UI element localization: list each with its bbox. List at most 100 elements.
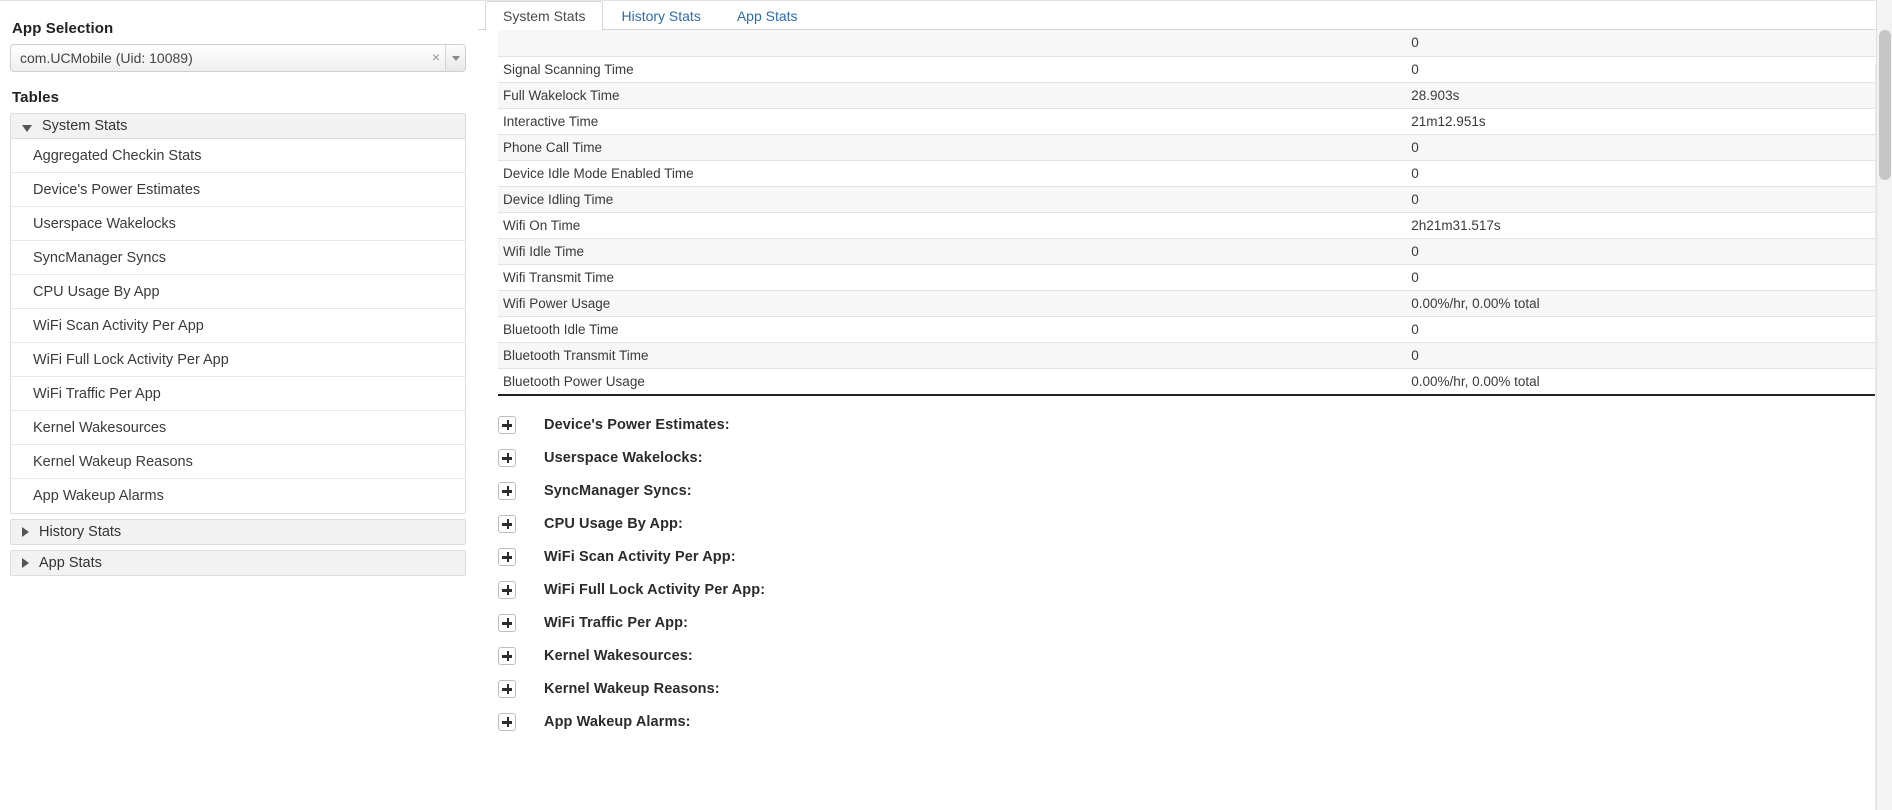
sidebar-item-devices-power-estimates[interactable]: Device's Power Estimates [11,173,465,207]
sidebar-item-kernel-wakeup-reasons[interactable]: Kernel Wakeup Reasons [11,445,465,479]
tables-label: Tables [12,89,60,106]
table-row-clipped: 0 [498,30,1876,56]
tab-panel-system-stats: 0 Signal Scanning Time 0 Full Wakelock T… [478,30,1892,810]
table-cell-name: Phone Call Time [498,133,1407,160]
sidebar-item-cpu-usage-by-app[interactable]: CPU Usage By App [11,275,465,309]
table-cell-value: 2h21m31.517s [1406,211,1876,238]
table-cell-value: 0 [1406,185,1876,212]
sidebar-item-userspace-wakelocks[interactable]: Userspace Wakelocks [11,207,465,241]
app-selection-label: App Selection [12,20,114,37]
page-scrollbar-thumb[interactable] [1879,30,1891,180]
tree-item-label: Userspace Wakelocks [33,215,176,232]
table-cell-name: Wifi Power Usage [498,289,1407,316]
plus-icon[interactable] [498,679,516,698]
table-row[interactable]: Full Wakelock Time 28.903s [498,81,1876,108]
section-label: Device's Power Estimates: [544,416,730,433]
section-kernel-wakesources[interactable]: Kernel Wakesources: [498,639,1892,672]
table-cell-name: Interactive Time [498,107,1407,134]
tree-item-label: WiFi Scan Activity Per App [33,317,204,334]
table-row[interactable]: Device Idle Mode Enabled Time 0 [498,159,1876,186]
plus-icon[interactable] [498,712,516,731]
table-cell-value: 28.903s [1406,81,1876,108]
sidebar-item-aggregated-checkin-stats[interactable]: Aggregated Checkin Stats [11,139,465,173]
table-cell-name [498,30,1406,56]
section-syncmanager-syncs[interactable]: SyncManager Syncs: [498,474,1892,507]
table-cell-name: Wifi Transmit Time [498,263,1407,290]
collapsible-sections: Device's Power Estimates: Userspace Wake… [498,396,1892,738]
table-row[interactable]: Interactive Time 21m12.951s [498,107,1876,134]
sidebar-item-syncmanager-syncs[interactable]: SyncManager Syncs [11,241,465,275]
plus-icon[interactable] [498,415,516,434]
tab-label: History Stats [621,8,701,24]
table-row[interactable]: Wifi Idle Time 0 [498,237,1876,264]
section-devices-power-estimates[interactable]: Device's Power Estimates: [498,408,1892,441]
section-wifi-traffic-per-app[interactable]: WiFi Traffic Per App: [498,606,1892,639]
section-wifi-scan-activity-per-app[interactable]: WiFi Scan Activity Per App: [498,540,1892,573]
tree-group-header-system-stats[interactable]: System Stats [10,113,466,139]
table-row[interactable]: Signal Scanning Time 0 [498,55,1876,82]
app-root: App Selection com.UCMobile (Uid: 10089) … [0,0,1892,810]
table-row[interactable]: Bluetooth Transmit Time 0 [498,341,1876,368]
section-kernel-wakeup-reasons[interactable]: Kernel Wakeup Reasons: [498,672,1892,705]
section-app-wakeup-alarms[interactable]: App Wakeup Alarms: [498,705,1892,738]
section-userspace-wakelocks[interactable]: Userspace Wakelocks: [498,441,1892,474]
sidebar-item-wifi-full-lock-activity-per-app[interactable]: WiFi Full Lock Activity Per App [11,343,465,377]
section-label: SyncManager Syncs: [544,482,692,499]
table-cell-value: 0 [1406,133,1876,160]
tree-item-label: Aggregated Checkin Stats [33,147,202,164]
table-cell-value: 0 [1406,237,1876,264]
plus-icon[interactable] [498,481,516,500]
table-cell-value: 0 [1411,35,1419,51]
section-label: WiFi Scan Activity Per App: [544,548,736,565]
table-row[interactable]: Device Idling Time 0 [498,185,1876,212]
sidebar: App Selection com.UCMobile (Uid: 10089) … [0,0,478,810]
triangle-right-icon [22,558,29,568]
table-cell-name: Bluetooth Transmit Time [498,341,1407,368]
table-cell-name: Bluetooth Power Usage [498,367,1407,394]
plus-icon[interactable] [498,547,516,566]
section-label: App Wakeup Alarms: [544,713,691,730]
tree-item-label: App Wakeup Alarms [33,488,164,504]
tree-group-system-stats: System Stats Aggregated Checkin Stats De… [10,113,466,514]
table-cell-value: 0 [1406,315,1876,342]
tree-group-header-app-stats[interactable]: App Stats [10,550,466,576]
triangle-down-icon [22,124,32,132]
table-cell-value: 0 [1406,159,1876,186]
app-select-control[interactable]: com.UCMobile (Uid: 10089) × [10,44,466,72]
section-wifi-full-lock-activity-per-app[interactable]: WiFi Full Lock Activity Per App: [498,573,1892,606]
app-select-caret-button[interactable] [445,45,465,71]
table-row[interactable]: Wifi Transmit Time 0 [498,263,1876,290]
chevron-down-icon [451,55,460,61]
tree-item-label: Kernel Wakeup Reasons [33,453,193,470]
tree-group-header-history-stats[interactable]: History Stats [10,519,466,545]
plus-icon[interactable] [498,646,516,665]
plus-icon[interactable] [498,448,516,467]
section-cpu-usage-by-app[interactable]: CPU Usage By App: [498,507,1892,540]
main-panel: System Stats History Stats App Stats 0 S… [478,0,1892,810]
plus-icon[interactable] [498,580,516,599]
table-row[interactable]: Phone Call Time 0 [498,133,1876,160]
sidebar-item-kernel-wakesources[interactable]: Kernel Wakesources [11,411,465,445]
tree-group-history-stats: History Stats [10,519,466,545]
table-row[interactable]: Wifi On Time 2h21m31.517s [498,211,1876,238]
table-cell-name: Signal Scanning Time [498,55,1407,82]
table-row[interactable]: Bluetooth Power Usage 0.00%/hr, 0.00% to… [498,367,1876,394]
table-cell-value: 21m12.951s [1406,107,1876,134]
table-row[interactable]: Bluetooth Idle Time 0 [498,315,1876,342]
tree-item-label: WiFi Traffic Per App [33,385,161,402]
sidebar-item-wifi-scan-activity-per-app[interactable]: WiFi Scan Activity Per App [11,309,465,343]
table-cell-value: 0.00%/hr, 0.00% total [1406,289,1876,316]
sidebar-item-wifi-traffic-per-app[interactable]: WiFi Traffic Per App [11,377,465,411]
sidebar-item-app-wakeup-alarms[interactable]: App Wakeup Alarms [11,479,465,513]
plus-icon[interactable] [498,613,516,632]
page-vertical-scrollbar[interactable] [1876,0,1892,810]
tab-app-stats[interactable]: App Stats [719,1,816,30]
plus-icon[interactable] [498,514,516,533]
clear-icon[interactable]: × [427,50,445,66]
section-label: CPU Usage By App: [544,515,683,532]
table-row[interactable]: Wifi Power Usage 0.00%/hr, 0.00% total [498,289,1876,316]
tab-label: App Stats [736,8,798,24]
tab-history-stats[interactable]: History Stats [603,1,718,30]
table-cell-name: Device Idle Mode Enabled Time [498,159,1407,186]
tab-system-stats[interactable]: System Stats [485,1,604,30]
